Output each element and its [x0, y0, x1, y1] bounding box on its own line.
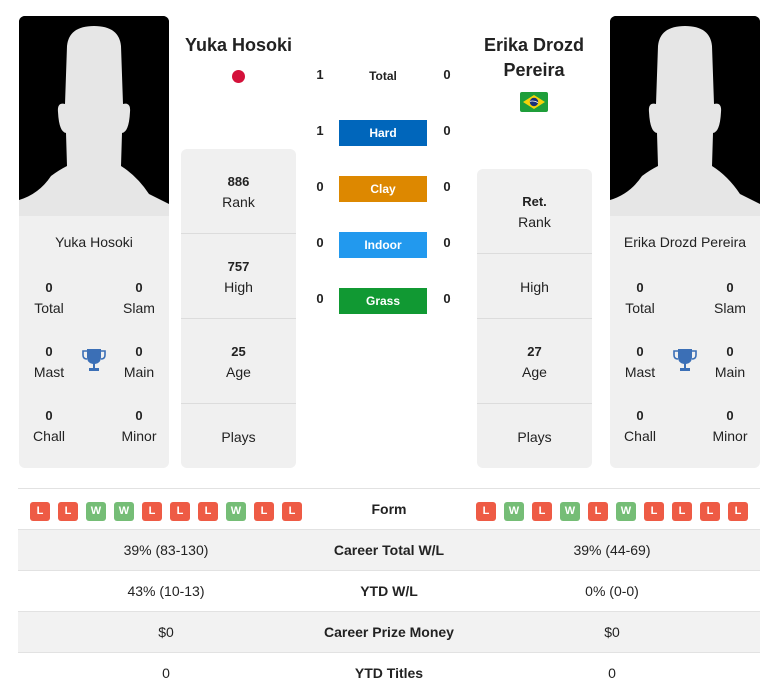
player1-photo — [19, 16, 169, 216]
player2-value: 39% (44-69) — [573, 542, 651, 558]
player2-age: 27 Age — [522, 344, 547, 380]
form-loss-badge[interactable]: L — [672, 502, 692, 521]
form-loss-badge[interactable]: L — [700, 502, 720, 521]
player2-form: LWLWLWLLLL — [476, 501, 756, 521]
h2h-hard-p2: 0 — [443, 123, 451, 138]
surface-indoor-badge[interactable]: Indoor — [339, 232, 427, 258]
player1-name[interactable]: Yuka Hosoki — [180, 33, 297, 58]
player1-value: 0 — [162, 665, 170, 681]
h2h-grass-p2: 0 — [443, 291, 451, 306]
row-label: Career Prize Money — [324, 624, 454, 640]
divider — [181, 318, 296, 319]
brazil-flag-icon — [520, 92, 548, 112]
player2-value: 0 — [608, 665, 616, 681]
form-win-badge[interactable]: W — [86, 502, 106, 521]
h2h-indoor-p2: 0 — [443, 235, 451, 250]
player1-titles-card: Yuka Hosoki 0 Total 0 Slam 0 Mast 0 Main 0 Ch… — [19, 216, 169, 468]
player2-main-titles: 0 Main — [714, 344, 746, 380]
h2h-indoor-p1: 0 — [316, 235, 324, 250]
form-loss-badge[interactable]: L — [254, 502, 274, 521]
player2-stats-column: Ret. Rank High 27 Age Plays — [477, 169, 592, 468]
player2-mast-titles: 0 Mast — [624, 344, 656, 380]
player1-value: $0 — [158, 624, 174, 640]
h2h-total-p2: 0 — [443, 67, 451, 82]
table-row: $0 Career Prize Money $0 — [18, 611, 760, 652]
form-loss-badge[interactable]: L — [588, 502, 608, 521]
form-win-badge[interactable]: W — [616, 502, 636, 521]
surface-hard-badge[interactable]: Hard — [339, 120, 427, 146]
player2-slam-titles: 0 Slam — [714, 280, 746, 316]
form-win-badge[interactable]: W — [504, 502, 524, 521]
player2-card-name: Erika Drozd Pereira — [623, 234, 747, 250]
table-row: 39% (83-130) Career Total W/L 39% (44-69… — [18, 529, 760, 570]
player2-plays: Plays — [517, 429, 552, 445]
divider — [181, 403, 296, 404]
divider — [477, 253, 592, 254]
form-loss-badge[interactable]: L — [644, 502, 664, 521]
form-loss-badge[interactable]: L — [30, 502, 50, 521]
player1-chall-titles: 0 Chall — [33, 408, 65, 444]
player1-plays: Plays — [221, 429, 256, 445]
form-loss-badge[interactable]: L — [58, 502, 78, 521]
player2-photo — [610, 16, 760, 216]
form-loss-badge[interactable]: L — [142, 502, 162, 521]
player1-slam-titles: 0 Slam — [123, 280, 155, 316]
player1-rank: 886 Rank — [222, 174, 255, 210]
form-loss-badge[interactable]: L — [476, 502, 496, 521]
player1-main-titles: 0 Main — [123, 344, 155, 380]
player1-value: 43% (10-13) — [127, 583, 205, 599]
h2h-total-label: Total — [369, 69, 397, 83]
h2h-clay-p1: 0 — [316, 179, 324, 194]
japan-flag-icon — [232, 70, 245, 83]
player2-chall-titles: 0 Chall — [624, 408, 656, 444]
player2-value: 0% (0-0) — [585, 583, 639, 599]
player1-minor-titles: 0 Minor — [121, 408, 157, 444]
surface-clay-badge[interactable]: Clay — [339, 176, 427, 202]
form-loss-badge[interactable]: L — [170, 502, 190, 521]
player-silhouette-icon — [19, 16, 169, 216]
player2-total-titles: 0 Total — [625, 280, 655, 316]
row-label: YTD W/L — [360, 583, 418, 599]
row-label: Career Total W/L — [333, 542, 445, 558]
form-win-badge[interactable]: W — [226, 502, 246, 521]
player1-mast-titles: 0 Mast — [33, 344, 65, 380]
trophy-icon — [673, 347, 697, 378]
player1-stats-column: 886 Rank 757 High 25 Age Plays — [181, 149, 296, 468]
form-label: Form — [371, 501, 407, 517]
h2h-hard-p1: 1 — [316, 123, 324, 138]
player1-total-titles: 0 Total — [34, 280, 64, 316]
form-win-badge[interactable]: W — [560, 502, 580, 521]
player1-form: LLWWLLLWLL — [30, 501, 310, 521]
player2-rank: Ret. Rank — [518, 194, 551, 230]
form-loss-badge[interactable]: L — [532, 502, 552, 521]
surface-grass-badge[interactable]: Grass — [339, 288, 427, 314]
player1-value: 39% (83-130) — [123, 542, 209, 558]
table-row: 43% (10-13) YTD W/L 0% (0-0) — [18, 570, 760, 611]
form-loss-badge[interactable]: L — [198, 502, 218, 521]
h2h-grass-p1: 0 — [316, 291, 324, 306]
player-silhouette-icon — [610, 16, 760, 216]
divider — [181, 233, 296, 234]
form-win-badge[interactable]: W — [114, 502, 134, 521]
h2h-total-p1: 1 — [316, 67, 324, 82]
player2-minor-titles: 0 Minor — [712, 408, 748, 444]
divider — [477, 318, 592, 319]
form-loss-badge[interactable]: L — [282, 502, 302, 521]
form-row: LLWWLLLWLL Form LWLWLWLLLL — [18, 488, 760, 529]
player1-age: 25 Age — [226, 344, 251, 380]
player2-titles-card: Erika Drozd Pereira 0 Total 0 Slam 0 Mast 0… — [610, 216, 760, 468]
player1-high: 757 High — [224, 259, 253, 295]
row-label: YTD Titles — [354, 665, 424, 681]
table-row: 0 YTD Titles 0 — [18, 652, 760, 693]
h2h-clay-p2: 0 — [443, 179, 451, 194]
trophy-icon — [82, 347, 106, 378]
player2-name[interactable]: Erika Drozd Pereira — [470, 33, 598, 83]
player2-high: High — [520, 279, 549, 295]
form-loss-badge[interactable]: L — [728, 502, 748, 521]
divider — [477, 403, 592, 404]
player1-card-name: Yuka Hosoki — [55, 234, 133, 250]
player2-value: $0 — [604, 624, 620, 640]
